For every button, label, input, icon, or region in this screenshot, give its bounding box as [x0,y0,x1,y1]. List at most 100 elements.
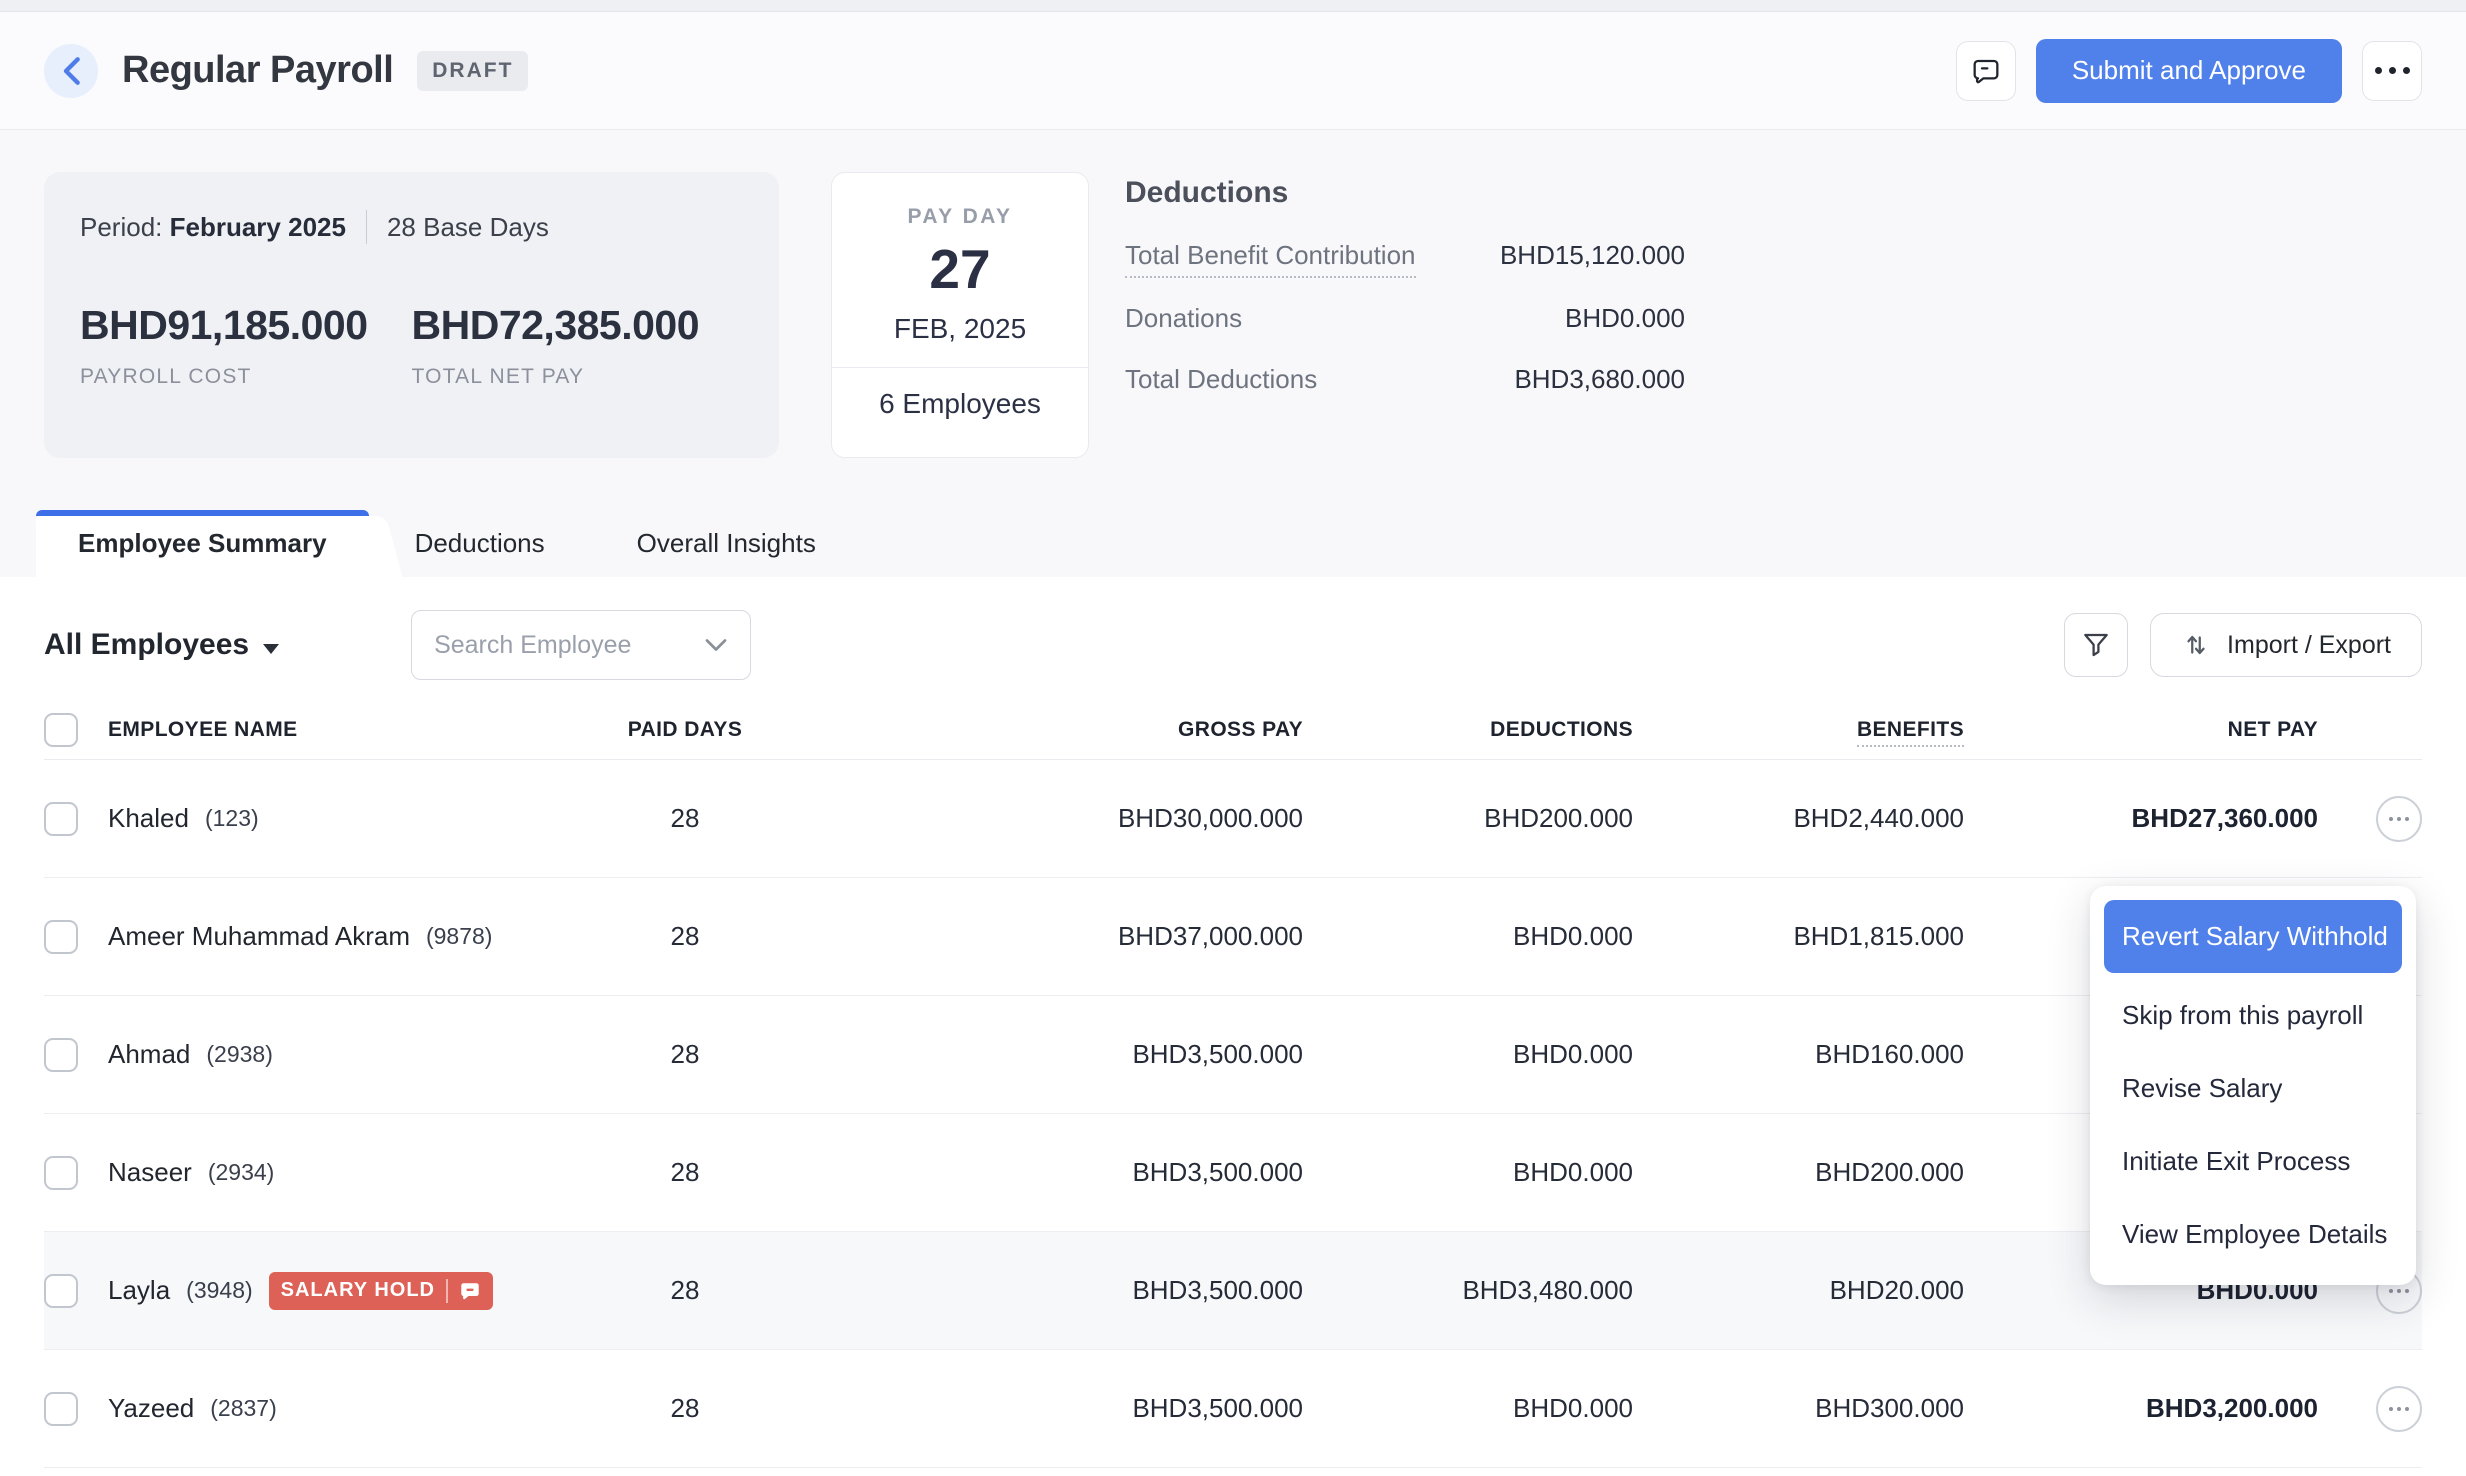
table-row: Layla (3948) SALARY HOLD 28BHD3,500.000BHD3… [44,1232,2422,1350]
salary-hold-badge[interactable]: SALARY HOLD [269,1272,493,1310]
deductions-title: Deductions [1125,176,1685,210]
gross-pay-cell: BHD3,500.000 [790,1393,1303,1424]
employee-name[interactable]: Yazeed [108,1393,194,1424]
row-checkbox[interactable] [44,1038,78,1072]
benefits-cell: BHD160.000 [1633,1039,1964,1070]
caret-down-icon [263,644,279,654]
gross-pay-cell: BHD3,500.000 [790,1157,1303,1188]
payday-label: PAY DAY [907,205,1012,229]
employee-id: (2934) [208,1159,274,1186]
table-row: Ameer Muhammad Akram(9878)28BHD37,000.00… [44,878,2422,996]
search-input[interactable] [434,631,704,660]
employee-filter-label: All Employees [44,628,249,662]
gross-pay-cell: BHD3,500.000 [790,1275,1303,1306]
menu-item-view-employee-details[interactable]: View Employee Details [2104,1198,2402,1271]
table-header-row: EMPLOYEE NAME PAID DAYS GROSS PAY DEDUCT… [44,700,2422,760]
row-context-menu: Revert Salary WithholdSkip from this pay… [2090,886,2416,1285]
page-title: Regular Payroll [122,49,393,92]
back-button[interactable] [44,44,98,98]
row-actions-button[interactable] [2376,1386,2422,1432]
employee-name[interactable]: Naseer [108,1157,192,1188]
employee-name[interactable]: Layla [108,1275,170,1306]
total-net-pay-value: BHD72,385.000 [412,302,744,349]
period-value: February 2025 [170,212,346,242]
deduction-label[interactable]: Total Benefit Contribution [1125,240,1416,278]
menu-item-initiate-exit-process[interactable]: Initiate Exit Process [2104,1125,2402,1198]
row-checkbox[interactable] [44,1392,78,1426]
row-checkbox[interactable] [44,1274,78,1308]
deduction-value: BHD3,680.000 [1514,364,1685,395]
employee-id: (3948) [186,1277,252,1304]
tab-employee-summary[interactable]: Employee Summary [36,510,369,577]
table-row: Khaled(123)28BHD30,000.000BHD200.000BHD2… [44,760,2422,878]
gross-pay-cell: BHD30,000.000 [790,803,1303,834]
total-net-pay-label: TOTAL NET PAY [412,365,744,389]
benefits-cell: BHD1,815.000 [1633,921,1964,952]
salary-hold-label: SALARY HOLD [281,1279,435,1302]
table-body: Khaled (123) 28 BHD30,000.000BHD200.000BHD2… [44,760,2422,1468]
chevron-down-icon [704,637,728,653]
menu-item-revise-salary[interactable]: Revise Salary [2104,1052,2402,1125]
deductions-cell: BHD3,480.000 [1303,1275,1633,1306]
deductions-cell: BHD0.000 [1303,1393,1633,1424]
ellipsis-icon [2375,67,2410,74]
divider [366,210,367,244]
deductions-cell: BHD0.000 [1303,1039,1633,1070]
paid-days-cell: 28 [580,921,790,952]
deduction-value: BHD0.000 [1565,303,1685,334]
employee-search-combobox[interactable] [411,610,751,680]
row-checkbox[interactable] [44,920,78,954]
import-export-button[interactable]: Import / Export [2150,613,2422,677]
column-paid-days: PAID DAYS [580,718,790,742]
speech-bubble-icon [1970,55,2002,87]
menu-item-revert-salary-withhold[interactable]: Revert Salary Withhold [2104,900,2402,973]
payroll-summary-section: Period: February 2025 28 Base Days BHD91… [0,130,2466,510]
divider [446,1279,448,1303]
submit-and-approve-button[interactable]: Submit and Approve [2036,39,2342,103]
base-days: 28 Base Days [387,212,549,243]
select-all-checkbox[interactable] [44,713,78,747]
tab-overall-insights[interactable]: Overall Insights [591,510,862,577]
benefits-cell: BHD2,440.000 [1633,803,1964,834]
employee-id: (123) [205,805,259,832]
net-pay-cell: BHD3,200.000 [1964,1393,2318,1424]
period-card: Period: February 2025 28 Base Days BHD91… [44,172,779,458]
row-checkbox[interactable] [44,802,78,836]
deduction-row: Total Benefit ContributionBHD15,120.000 [1125,240,1685,278]
speech-bubble-icon [459,1280,481,1302]
period-label: Period: February 2025 [80,212,346,243]
payday-employee-count: 6 Employees [879,368,1041,420]
payroll-cost-label: PAYROLL COST [80,365,412,389]
deductions-cell: BHD0.000 [1303,1157,1633,1188]
row-checkbox[interactable] [44,1156,78,1190]
payday-day: 27 [929,237,990,301]
employee-id: (2837) [210,1395,276,1422]
comments-button[interactable] [1956,41,2016,101]
more-actions-button[interactable] [2362,41,2422,101]
employee-name[interactable]: Ameer Muhammad Akram [108,921,410,952]
column-benefits: BENEFITS [1633,718,1964,742]
deductions-cell: BHD200.000 [1303,803,1633,834]
deduction-label: Donations [1125,303,1242,339]
deductions-summary: Deductions Total Benefit ContributionBHD… [1125,172,1685,425]
deduction-row: Donations BHD0.000 [1125,303,1685,339]
employee-name[interactable]: Khaled [108,803,189,834]
paid-days-cell: 28 [580,1275,790,1306]
table-row: Ahmad(2938)28BHD3,500.000BHD0.000BHD160.… [44,996,2422,1114]
employee-name[interactable]: Ahmad [108,1039,190,1070]
tab-deductions[interactable]: Deductions [369,510,591,577]
chevron-left-icon [60,56,82,86]
filter-button[interactable] [2064,613,2128,677]
employee-filter-dropdown[interactable]: All Employees [44,628,279,662]
deductions-list: Total Benefit ContributionBHD15,120.000 D… [1125,240,1685,400]
paid-days-cell: 28 [580,1039,790,1070]
employee-id: (9878) [426,923,492,950]
menu-item-skip-from-this-payroll[interactable]: Skip from this payroll [2104,979,2402,1052]
gross-pay-cell: BHD3,500.000 [790,1039,1303,1070]
deduction-label: Total Deductions [1125,364,1317,400]
import-export-label: Import / Export [2227,631,2391,660]
window-top-strip [0,0,2466,12]
column-deductions: DEDUCTIONS [1303,718,1633,742]
row-actions-button[interactable] [2376,796,2422,842]
table-row: Naseer(2934)28BHD3,500.000BHD0.000BHD200… [44,1114,2422,1232]
